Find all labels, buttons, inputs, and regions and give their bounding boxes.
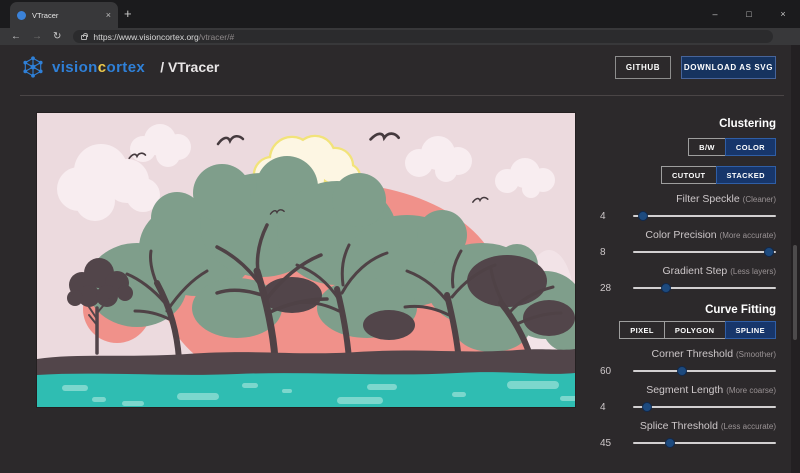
browser-toolbar: ← → ↻ https://www.visioncortex.org/vtrac… (0, 28, 800, 45)
corner-threshold-label: Corner Threshold (Smoother) (600, 349, 776, 360)
visioncortex-logo-icon (22, 56, 44, 78)
minimize-button[interactable]: – (698, 0, 732, 28)
segment-length-value: 4 (600, 402, 626, 413)
clustering-mode-group: B/W COLOR (600, 138, 776, 156)
stacked-button[interactable]: STACKED (716, 166, 777, 184)
clustering-heading: Clustering (600, 118, 776, 131)
curve-fitting-mode-group: PIXEL POLYGON SPLINE (600, 321, 776, 339)
brand-c: c (98, 59, 107, 76)
page-scrollbar[interactable] (791, 45, 800, 473)
clustering-layer-group: CUTOUT STACKED (600, 166, 776, 184)
gradient-step-hint: (Less layers) (730, 267, 776, 276)
tab-strip: VTracer × + – □ × (0, 0, 800, 28)
corner-threshold-value: 60 (600, 366, 626, 377)
color-precision-row: 8 (600, 246, 776, 258)
slider-track (633, 370, 776, 372)
download-as-svg-button[interactable]: DOWNLOAD AS SVG (681, 56, 776, 79)
slider-track (633, 406, 776, 408)
tab-vtracer[interactable]: VTracer × (10, 2, 118, 28)
refresh-icon[interactable]: ↻ (53, 32, 61, 42)
brand-ortex: ortex (107, 59, 146, 76)
bw-button[interactable]: B/W (688, 138, 726, 156)
tab-favicon-icon (17, 11, 26, 20)
color-precision-handle[interactable] (764, 247, 774, 257)
color-precision-value: 8 (600, 247, 626, 258)
gradient-step-label: Gradient Step (Less layers) (600, 266, 776, 277)
back-icon[interactable]: ← (11, 32, 21, 42)
segment-length-label: Segment Length (More coarse) (600, 385, 776, 396)
brand-vision: vision (52, 59, 98, 76)
segment-length-hint: (More coarse) (726, 386, 776, 395)
scrollbar-thumb[interactable] (793, 245, 797, 340)
filter-speckle-value: 4 (600, 211, 626, 222)
url-text: https://www.visioncortex.org/vtracer/# (93, 32, 234, 42)
pixel-button[interactable]: PIXEL (619, 321, 665, 339)
maximize-button[interactable]: □ (732, 0, 766, 28)
filter-speckle-label: Filter Speckle (Cleaner) (600, 194, 776, 205)
corner-threshold-row: 60 (600, 365, 776, 377)
address-bar[interactable]: https://www.visioncortex.org/vtracer/# (73, 30, 773, 43)
segment-length-label-text: Segment Length (646, 384, 723, 396)
corner-threshold-slider[interactable] (633, 365, 776, 377)
header-divider (20, 95, 784, 96)
cutout-button[interactable]: CUTOUT (661, 166, 717, 184)
new-tab-button[interactable]: + (124, 6, 132, 22)
splice-threshold-value: 45 (600, 438, 626, 449)
tab-close-icon[interactable]: × (106, 10, 111, 20)
spline-button[interactable]: SPLINE (725, 321, 777, 339)
gradient-step-slider[interactable] (633, 282, 776, 294)
lock-icon (81, 35, 87, 40)
settings-sidebar: Clustering B/W COLOR CUTOUT STACKED Filt… (600, 118, 776, 449)
splice-threshold-row: 45 (600, 437, 776, 449)
github-button[interactable]: GITHUB (615, 56, 671, 79)
forward-icon: → (32, 32, 42, 42)
color-precision-hint: (More accurate) (720, 231, 776, 240)
slider-track (633, 215, 776, 217)
slider-track (633, 287, 776, 289)
curve-fitting-heading: Curve Fitting (600, 304, 776, 317)
tab-title: VTracer (32, 11, 100, 20)
app-name: / VTracer (160, 59, 219, 75)
color-precision-label: Color Precision (More accurate) (600, 230, 776, 241)
filter-speckle-slider[interactable] (633, 210, 776, 222)
segment-length-handle[interactable] (642, 402, 652, 412)
window-controls: – □ × (698, 0, 800, 28)
slider-track (633, 251, 776, 253)
slider-track (633, 442, 776, 444)
gradient-step-value: 28 (600, 283, 626, 294)
filter-speckle-row: 4 (600, 210, 776, 222)
url-host: https://www.visioncortex.org (93, 32, 198, 42)
splice-threshold-handle[interactable] (665, 438, 675, 448)
splice-threshold-label: Splice Threshold (Less accurate) (600, 421, 776, 432)
filter-speckle-handle[interactable] (638, 211, 648, 221)
gradient-step-label-text: Gradient Step (662, 265, 727, 277)
gradient-step-handle[interactable] (661, 283, 671, 293)
corner-threshold-hint: (Smoother) (736, 350, 776, 359)
splice-threshold-label-text: Splice Threshold (640, 420, 718, 432)
segment-length-row: 4 (600, 401, 776, 413)
color-precision-slider[interactable] (633, 246, 776, 258)
gradient-step-row: 28 (600, 282, 776, 294)
splice-threshold-slider[interactable] (633, 437, 776, 449)
header-buttons: GITHUB DOWNLOAD AS SVG (615, 56, 776, 79)
color-button[interactable]: COLOR (725, 138, 776, 156)
filter-speckle-hint: (Cleaner) (743, 195, 776, 204)
corner-threshold-label-text: Corner Threshold (652, 348, 734, 360)
brand-text: visioncortex (52, 59, 145, 76)
preview-illustration (37, 113, 575, 407)
app-header: visioncortex / VTracer GITHUB DOWNLOAD A… (0, 45, 800, 95)
close-button[interactable]: × (766, 0, 800, 28)
segment-length-slider[interactable] (633, 401, 776, 413)
polygon-button[interactable]: POLYGON (664, 321, 726, 339)
brand[interactable]: visioncortex / VTracer (22, 56, 219, 78)
splice-threshold-hint: (Less accurate) (721, 422, 776, 431)
color-precision-label-text: Color Precision (645, 229, 716, 241)
filter-speckle-label-text: Filter Speckle (676, 193, 740, 205)
browser-window: VTracer × + – □ × ← → ↻ https://www.visi… (0, 0, 800, 473)
corner-threshold-handle[interactable] (677, 366, 687, 376)
url-path: /vtracer/# (199, 32, 234, 42)
